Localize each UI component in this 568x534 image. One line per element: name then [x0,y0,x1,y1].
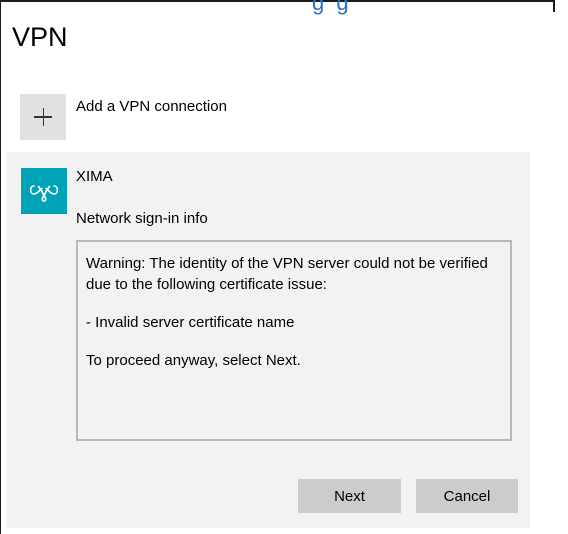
warning-text: Warning: The identity of the VPN server … [86,255,488,293]
add-vpn-connection-label: Add a VPN connection [76,98,227,115]
certificate-warning-box: Warning: The identity of the VPN server … [76,240,512,441]
window-top-border [0,0,555,2]
proceed-instruction-text: To proceed anyway, select Next. [86,352,301,369]
header-link-fragment[interactable]: g g [312,0,352,16]
window-right-edge [553,0,555,12]
plus-icon [20,94,66,140]
network-signin-label: Network sign-in info [76,210,208,227]
vpn-connection-name: XIMA [76,168,113,185]
next-button[interactable]: Next [298,479,401,513]
vpn-connection-item: XIMA Network sign-in info Warning: The i… [7,152,530,528]
add-vpn-connection-button[interactable]: Add a VPN connection [20,94,320,140]
vpn-link-icon-glyph [29,185,59,202]
certificate-issue-text: - Invalid server certificate name [86,314,295,331]
window-left-edge [0,0,1,534]
vpn-settings-page: g g VPN Add a VPN connection XIMA Networ… [0,0,568,534]
cancel-button[interactable]: Cancel [416,479,518,513]
vpn-link-icon [21,168,67,214]
page-title: VPN [12,22,68,52]
